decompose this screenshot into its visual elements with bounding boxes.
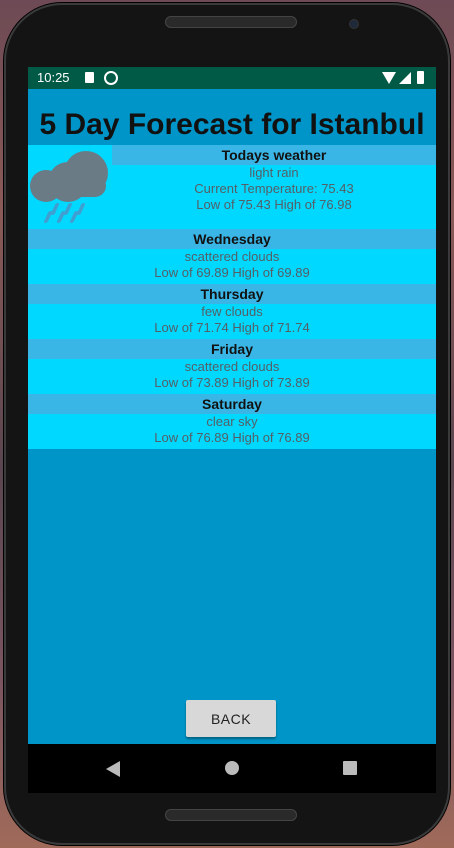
day-details-wednesday: scattered clouds Low of 69.89 High of 69…	[28, 249, 436, 284]
status-time: 10:25	[37, 70, 70, 85]
day-condition: scattered clouds	[184, 249, 280, 264]
sd-card-icon	[85, 72, 94, 83]
rain-drop	[63, 203, 73, 215]
front-camera	[350, 20, 358, 28]
day-details-thursday: few clouds Low of 71.74 High of 71.74	[28, 304, 436, 339]
day-low-high: Low of 76.89 High of 76.89	[154, 430, 310, 445]
rain-drop	[76, 203, 86, 215]
page-title: 5 Day Forecast for Istanbul	[39, 108, 425, 141]
battery-icon	[417, 71, 424, 84]
rain-cloud-icon	[28, 145, 112, 229]
screen: 10:25 5 Day Forecast for Istanbul Todays…	[28, 67, 436, 793]
day-low-high: Low of 71.74 High of 71.74	[154, 320, 310, 335]
cloud-part	[32, 175, 106, 197]
rain-drop	[50, 203, 60, 215]
bottom-speaker	[165, 809, 297, 821]
nav-home-icon[interactable]	[225, 761, 239, 775]
day-details-friday: scattered clouds Low of 73.89 High of 73…	[28, 359, 436, 394]
day-low-high: Low of 69.89 High of 69.89	[154, 265, 310, 280]
day-condition: clear sky	[206, 414, 258, 429]
today-condition: light rain	[249, 165, 299, 180]
phone-frame: 10:25 5 Day Forecast for Istanbul Todays…	[4, 3, 450, 845]
forecast-activity: 5 Day Forecast for Istanbul Todays weath…	[28, 89, 436, 744]
sync-icon	[104, 71, 118, 85]
wifi-icon	[382, 72, 396, 84]
earpiece-speaker	[165, 16, 297, 28]
cell-signal-icon	[399, 72, 411, 84]
status-bar: 10:25	[28, 67, 436, 89]
day-header-saturday: Saturday	[28, 394, 436, 414]
today-low-high: Low of 75.43 High of 76.98	[196, 197, 352, 212]
day-details-saturday: clear sky Low of 76.89 High of 76.89	[28, 414, 436, 449]
day-header-friday: Friday	[28, 339, 436, 359]
navigation-bar	[28, 744, 436, 793]
nav-recents-icon[interactable]	[343, 761, 357, 775]
back-button[interactable]: BACK	[186, 700, 276, 737]
today-details: light rain Current Temperature: 75.43 Lo…	[112, 165, 436, 229]
today-header: Todays weather	[112, 145, 436, 165]
nav-back-icon[interactable]	[106, 761, 120, 777]
system-icons	[382, 71, 426, 85]
day-condition: scattered clouds	[184, 359, 280, 374]
today-current-temp: Current Temperature: 75.43	[194, 181, 354, 196]
day-low-high: Low of 73.89 High of 73.89	[154, 375, 310, 390]
day-condition: few clouds	[201, 304, 263, 319]
day-header-thursday: Thursday	[28, 284, 436, 304]
day-header-wednesday: Wednesday	[28, 229, 436, 249]
